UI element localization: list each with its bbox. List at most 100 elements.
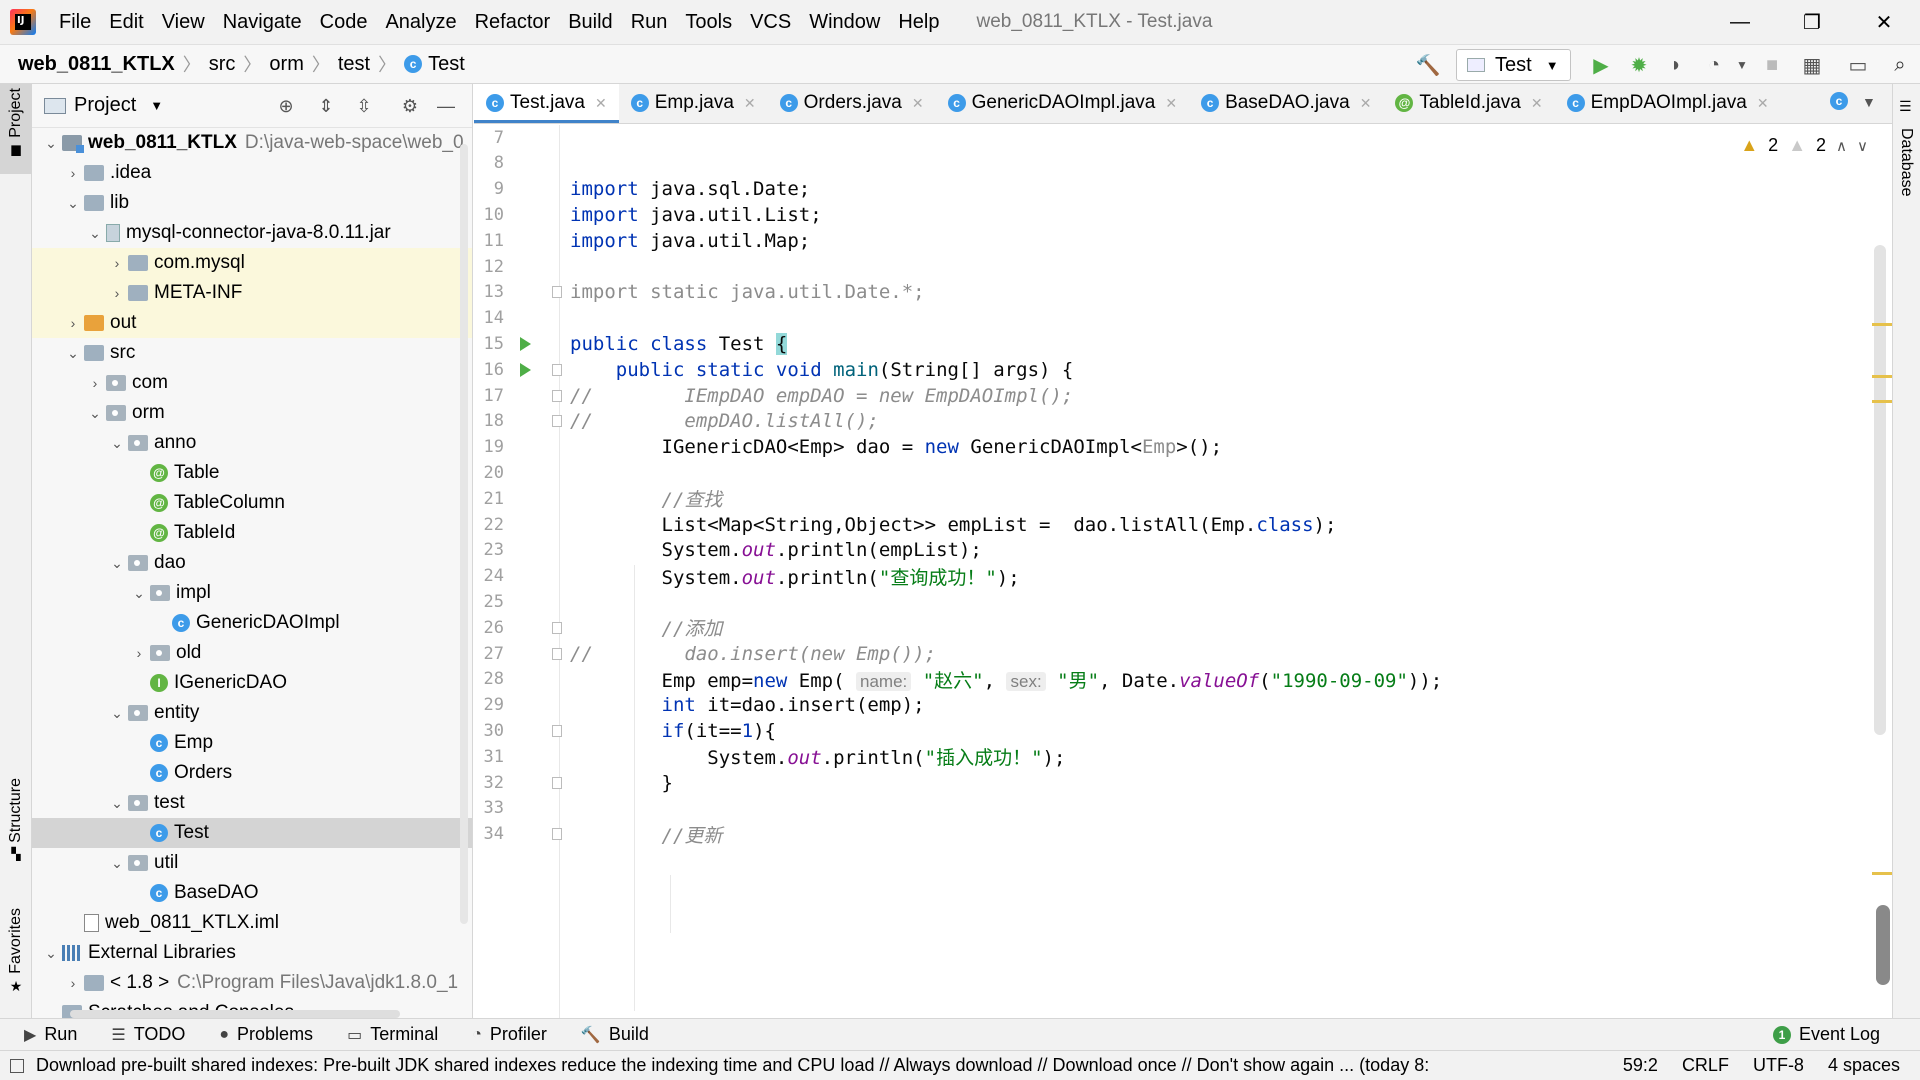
run-icon[interactable]: ▶ [1589, 53, 1613, 77]
editor-scrollbar[interactable] [1874, 245, 1886, 735]
breadcrumb-test[interactable]: test [330, 53, 378, 76]
fold-marker-icon[interactable] [552, 724, 562, 737]
hide-panel-icon[interactable]: — [434, 94, 458, 118]
breadcrumb-src[interactable]: src [201, 53, 244, 76]
tree-item[interactable]: ⌄ impl [32, 578, 472, 608]
chevron-down-icon[interactable]: ⌄ [62, 195, 84, 212]
tree-item[interactable]: › com [32, 368, 472, 398]
editor-tab[interactable]: c GenericDAOImpl.java ✕ [936, 84, 1189, 123]
tree-item[interactable]: ⌄ dao [32, 548, 472, 578]
breadcrumb-class[interactable]: c Test [396, 53, 473, 76]
tree-item[interactable]: › com.mysql [32, 248, 472, 278]
tree-item[interactable]: c GenericDAOImpl [32, 608, 472, 638]
tree-item[interactable]: c Emp [32, 728, 472, 758]
chevron-down-icon[interactable]: ⌄ [106, 855, 128, 872]
chevron-down-icon[interactable]: ⌄ [40, 945, 62, 962]
menu-help[interactable]: Help [889, 11, 948, 34]
tree-item[interactable]: @ TableColumn [32, 488, 472, 518]
structure-tool-tab[interactable]: Structure ▚ [0, 774, 32, 861]
chevron-right-icon[interactable]: › [62, 165, 84, 181]
profile-icon[interactable]: ◔ [1702, 53, 1726, 77]
close-tab-icon[interactable]: ✕ [1757, 95, 1769, 112]
tree-horizontal-scrollbar[interactable] [70, 1010, 400, 1018]
chevron-right-icon[interactable]: › [106, 285, 128, 301]
stop-icon[interactable]: ■ [1760, 53, 1784, 77]
next-highlight-icon[interactable]: ∨ [1857, 137, 1868, 155]
editor-tab[interactable]: c Emp.java ✕ [619, 84, 768, 123]
menu-vcs[interactable]: VCS [741, 11, 800, 34]
menu-run[interactable]: Run [622, 11, 677, 34]
tree-scrollbar[interactable] [460, 144, 468, 924]
warning-marker[interactable] [1872, 323, 1892, 326]
chevron-down-icon[interactable]: ⌄ [84, 405, 106, 422]
close-tab-icon[interactable]: ✕ [595, 95, 607, 112]
close-icon[interactable]: ✕ [1848, 0, 1920, 44]
breadcrumb-orm[interactable]: orm [261, 53, 311, 76]
menu-refactor[interactable]: Refactor [466, 11, 560, 34]
tree-item[interactable]: I IGenericDAO [32, 668, 472, 698]
file-encoding[interactable]: UTF-8 [1753, 1055, 1804, 1076]
chevron-down-icon[interactable]: ⌄ [62, 345, 84, 362]
tool-window-terminal[interactable]: ▭ Terminal [337, 1019, 448, 1051]
tree-item[interactable]: c BaseDAO [32, 878, 472, 908]
menu-file[interactable]: File [50, 11, 100, 34]
menu-navigate[interactable]: Navigate [214, 11, 311, 34]
tree-item[interactable]: › META-INF [32, 278, 472, 308]
previous-highlight-icon[interactable]: ∧ [1836, 137, 1847, 155]
project-structure-icon[interactable]: ▦ [1800, 53, 1824, 77]
tree-item[interactable]: › old [32, 638, 472, 668]
tool-window-run[interactable]: ▶ Run [14, 1019, 87, 1051]
project-panel-title[interactable]: Project [74, 94, 136, 117]
menu-tools[interactable]: Tools [676, 11, 741, 34]
tool-window-build[interactable]: 🔨 Build [571, 1019, 659, 1051]
gear-icon[interactable]: ⚙ [398, 94, 422, 118]
fold-marker-icon[interactable] [552, 415, 562, 428]
fold-marker-icon[interactable] [552, 621, 562, 634]
search-icon[interactable]: ⌕ [1888, 53, 1912, 77]
close-tab-icon[interactable]: ✕ [1360, 95, 1372, 112]
fold-marker-icon[interactable] [552, 647, 562, 660]
chevron-down-icon[interactable]: ⌄ [106, 795, 128, 812]
tree-item[interactable]: ⌄ util [32, 848, 472, 878]
warning-marker[interactable] [1872, 375, 1892, 378]
chevron-right-icon[interactable]: › [62, 315, 84, 331]
editor-tab[interactable]: c Orders.java ✕ [768, 84, 936, 123]
tree-item[interactable]: › .idea [32, 158, 472, 188]
tree-item[interactable]: › < 1.8 > C:\Program Files\Java\jdk1.8.0_1 [32, 968, 472, 998]
menu-analyze[interactable]: Analyze [376, 11, 465, 34]
tree-item[interactable]: › out [32, 308, 472, 338]
code-line[interactable]: 34 //更新 [474, 819, 1834, 850]
run-configuration-select[interactable]: Test ▼ [1456, 49, 1571, 81]
run-gutter-icon[interactable] [520, 336, 531, 351]
warning-marker[interactable] [1872, 872, 1892, 875]
menu-window[interactable]: Window [800, 11, 889, 34]
expand-all-icon[interactable]: ⇕ [314, 94, 338, 118]
tree-item[interactable]: @ TableId [32, 518, 472, 548]
menu-code[interactable]: Code [311, 11, 377, 34]
caret-position[interactable]: 59:2 [1623, 1055, 1658, 1076]
minimize-icon[interactable]: — [1704, 0, 1776, 44]
event-log-button[interactable]: 1 Event Log [1763, 1019, 1890, 1051]
close-tab-icon[interactable]: ✕ [1531, 95, 1543, 112]
tree-item[interactable]: c Orders [32, 758, 472, 788]
menu-edit[interactable]: Edit [100, 11, 152, 34]
line-separator[interactable]: CRLF [1682, 1055, 1729, 1076]
locate-file-icon[interactable]: ⊕ [274, 94, 298, 118]
tree-item[interactable]: ⌄ lib [32, 188, 472, 218]
close-tab-icon[interactable]: ✕ [912, 95, 924, 112]
code-editor[interactable]: 7 8 9 import java.sql.Date; 10 import java.ut… [474, 125, 1892, 1018]
chevron-down-icon[interactable]: ⌄ [106, 435, 128, 452]
breadcrumb-project[interactable]: web_0811_KTLX [0, 53, 183, 76]
tree-item[interactable]: ⌄ src [32, 338, 472, 368]
build-hammer-icon[interactable]: 🔨 [1416, 53, 1441, 77]
tree-item[interactable]: ⌄ anno [32, 428, 472, 458]
debug-icon[interactable]: ✹ [1627, 53, 1651, 77]
overview-scroll-handle[interactable] [1876, 905, 1890, 985]
database-tool-tab[interactable]: Database [1897, 128, 1915, 197]
status-message[interactable]: Download pre-built shared indexes: Pre-b… [10, 1055, 1570, 1076]
chevron-right-icon[interactable]: › [128, 645, 150, 661]
fold-marker-icon[interactable] [552, 286, 562, 299]
chevron-right-icon[interactable]: › [84, 375, 106, 391]
tabs-dropdown-chevron-icon[interactable]: ▼ [1862, 94, 1876, 110]
chevron-down-icon[interactable]: ⌄ [128, 585, 150, 602]
